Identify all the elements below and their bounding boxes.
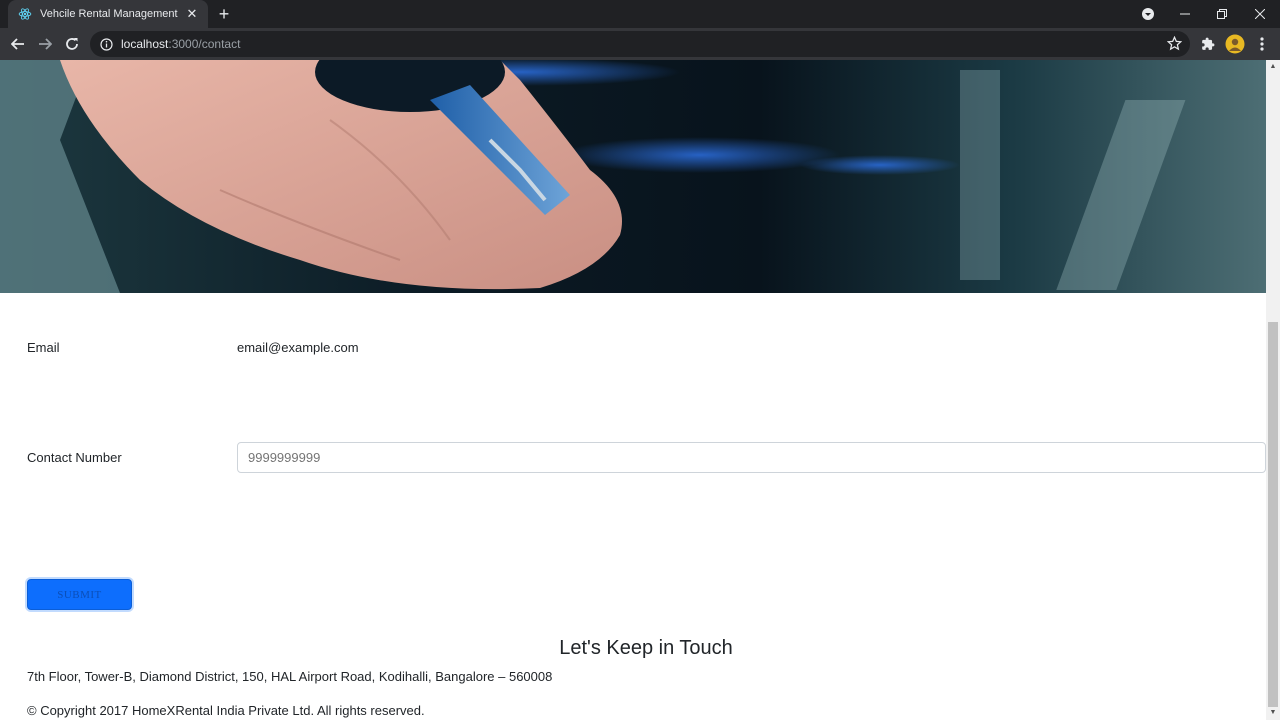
footer-address: 7th Floor, Tower-B, Diamond District, 15… xyxy=(27,669,553,684)
star-icon[interactable] xyxy=(1167,36,1182,51)
contact-number-input[interactable] xyxy=(237,442,1266,473)
contact-number-label: Contact Number xyxy=(27,450,122,465)
scroll-down-icon[interactable]: ▼ xyxy=(1269,709,1277,717)
restore-icon[interactable] xyxy=(1204,0,1240,28)
profile-dropdown-icon[interactable] xyxy=(1130,0,1166,28)
avatar[interactable] xyxy=(1223,32,1247,56)
scroll-thumb[interactable] xyxy=(1268,322,1278,707)
close-window-icon[interactable] xyxy=(1242,0,1278,28)
url-path: :3000/contact xyxy=(168,37,241,51)
page-scrollbar[interactable]: ▲ ▼ xyxy=(1266,60,1280,720)
submit-button[interactable]: SUBMIT xyxy=(27,579,132,610)
new-tab-icon[interactable]: + xyxy=(214,4,234,24)
footer-copyright: © Copyright 2017 HomeXRental India Priva… xyxy=(27,703,425,718)
kebab-menu-icon[interactable] xyxy=(1250,32,1274,56)
puzzle-icon[interactable] xyxy=(1196,32,1220,56)
email-row: Email email@example.com xyxy=(27,340,1266,360)
tab-strip: Vehcile Rental Management System ✕ + xyxy=(0,0,1280,28)
arrow-left-icon[interactable] xyxy=(6,32,30,56)
browser-toolbar: localhost:3000/contact xyxy=(0,28,1280,60)
contact-page: Email email@example.com Contact Number S… xyxy=(0,60,1266,720)
browser-tab[interactable]: Vehcile Rental Management System ✕ xyxy=(8,0,208,28)
url-host: localhost xyxy=(121,37,169,51)
tab-title: Vehcile Rental Management System xyxy=(40,8,180,20)
contact-number-row: Contact Number xyxy=(27,442,1266,473)
reload-icon[interactable] xyxy=(60,32,84,56)
scroll-up-icon[interactable]: ▲ xyxy=(1269,63,1277,71)
footer-title: Let's Keep in Touch xyxy=(559,637,733,659)
info-icon[interactable] xyxy=(100,37,113,51)
email-label: Email xyxy=(27,340,60,355)
email-value: email@example.com xyxy=(237,340,359,355)
minimize-icon[interactable] xyxy=(1167,0,1203,28)
hero-image xyxy=(0,60,1266,293)
address-bar[interactable]: localhost:3000/contact xyxy=(90,31,1190,57)
tab-close-icon[interactable]: ✕ xyxy=(184,6,200,22)
arrow-right-icon[interactable] xyxy=(33,32,57,56)
react-icon xyxy=(18,7,32,21)
